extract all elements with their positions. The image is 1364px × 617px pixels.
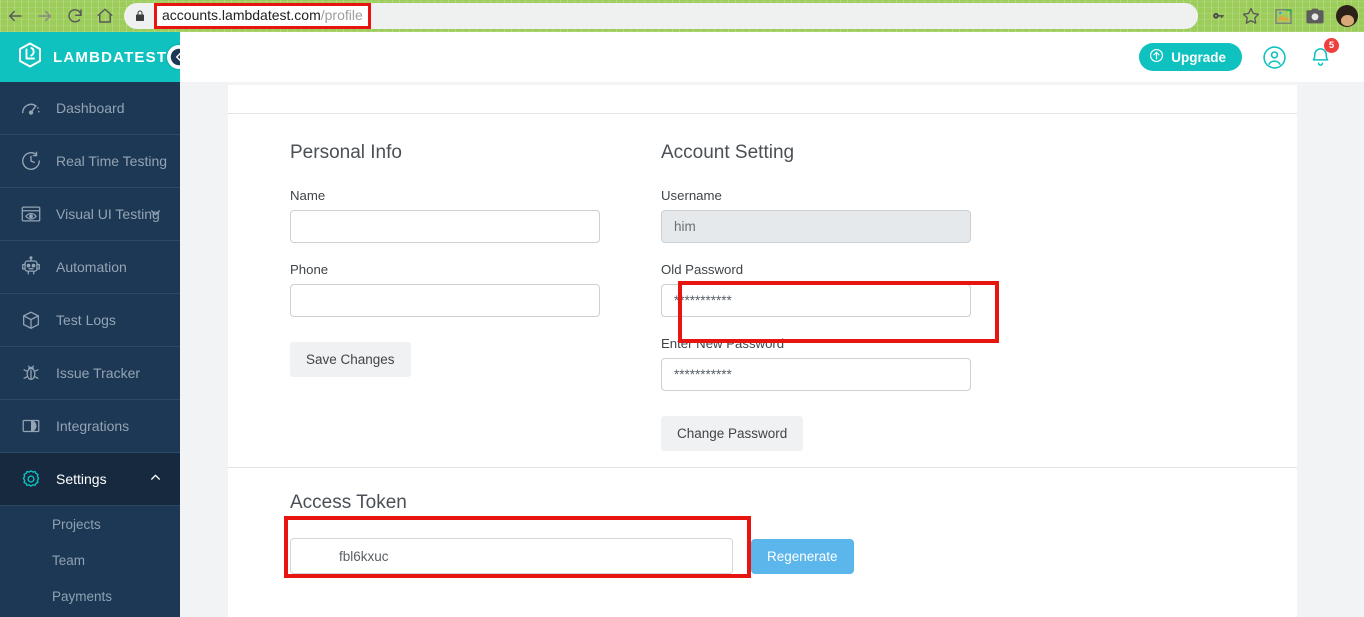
gear-icon	[18, 466, 44, 492]
sidebar-item-label: Issue Tracker	[56, 365, 140, 381]
new-password-input[interactable]	[661, 358, 971, 391]
new-password-label: Enter New Password	[661, 336, 971, 351]
personal-info-section: Personal Info Name Phone Save Changes	[228, 142, 600, 467]
old-password-field-block: Old Password	[661, 262, 971, 317]
username-input	[661, 210, 971, 243]
sidebar-subitem-label: Payments	[52, 589, 112, 604]
sidebar-item-label: Automation	[56, 259, 127, 275]
image-extension-icon[interactable]	[1268, 1, 1298, 31]
sidebar-subitem-payments[interactable]: Payments	[0, 578, 180, 614]
regenerate-button[interactable]: Regenerate	[751, 539, 854, 574]
eye-browser-icon	[18, 201, 44, 227]
chevron-up-icon[interactable]	[149, 471, 162, 487]
browser-action-icons	[1204, 1, 1364, 31]
sidebar-item-label: Dashboard	[56, 100, 125, 116]
sidebar-item-automation[interactable]: Automation	[0, 241, 180, 294]
bug-icon	[18, 360, 44, 386]
sidebar-item-label: Test Logs	[56, 312, 116, 328]
notification-badge: 5	[1324, 38, 1339, 53]
upload-circle-icon	[1149, 48, 1164, 66]
sidebar-item-visual-ui-testing[interactable]: Visual UI Testing	[0, 188, 180, 241]
sidebar-subitem-projects[interactable]: Projects	[0, 506, 180, 542]
url-text: accounts.lambdatest.com/profile	[162, 7, 363, 23]
sidebar-item-label: Settings	[56, 471, 107, 487]
lock-icon	[134, 9, 146, 23]
personal-info-title: Personal Info	[290, 142, 600, 164]
lambdatest-logo-icon	[18, 42, 42, 73]
sidebar-subitem-team[interactable]: Team	[0, 542, 180, 578]
key-icon[interactable]	[1204, 1, 1234, 31]
brand-header[interactable]: LAMBDATEST	[0, 32, 180, 82]
settings-card: Personal Info Name Phone Save Changes Ac…	[228, 85, 1297, 617]
star-icon[interactable]	[1236, 1, 1266, 31]
access-token-row: Regenerate	[290, 538, 1297, 574]
old-password-input[interactable]	[661, 284, 971, 317]
change-password-button[interactable]: Change Password	[661, 416, 803, 451]
address-bar[interactable]: accounts.lambdatest.com/profile	[124, 3, 1198, 29]
forward-arrow-icon[interactable]	[30, 1, 60, 31]
sidebar-item-label: Integrations	[56, 418, 129, 434]
box-icon	[18, 307, 44, 333]
clock-icon	[18, 148, 44, 174]
browser-toolbar: accounts.lambdatest.com/profile	[0, 0, 1364, 32]
forms-area: Personal Info Name Phone Save Changes Ac…	[228, 114, 1297, 467]
top-bar: Upgrade 5	[180, 32, 1364, 82]
sidebar-item-test-logs[interactable]: Test Logs	[0, 294, 180, 347]
access-token-section: Access Token Regenerate	[228, 468, 1297, 574]
reload-icon[interactable]	[60, 1, 90, 31]
new-password-field-block: Enter New Password	[661, 336, 971, 391]
integrations-icon	[18, 413, 44, 439]
sidebar-item-real-time-testing[interactable]: Real Time Testing	[0, 135, 180, 188]
account-setting-title: Account Setting	[661, 142, 971, 164]
sidebar: LAMBDATEST Dashboard Real Time Testing V…	[0, 32, 180, 617]
name-label: Name	[290, 188, 600, 203]
username-label: Username	[661, 188, 971, 203]
save-changes-button[interactable]: Save Changes	[290, 342, 411, 377]
card-top-strip	[228, 85, 1297, 113]
sidebar-subitem-label: Projects	[52, 517, 101, 532]
phone-field-block: Phone	[290, 262, 600, 317]
old-password-label: Old Password	[661, 262, 971, 277]
sidebar-item-dashboard[interactable]: Dashboard	[0, 82, 180, 135]
user-circle-icon[interactable]	[1260, 43, 1288, 71]
dashboard-gauge-icon	[18, 95, 44, 121]
back-arrow-icon[interactable]	[0, 1, 30, 31]
brand-text: LAMBDATEST	[53, 49, 167, 66]
url-highlight-annotation: accounts.lambdatest.com/profile	[154, 3, 371, 29]
browser-profile-avatar[interactable]	[1336, 5, 1358, 27]
access-token-title: Access Token	[290, 492, 1297, 514]
camera-icon[interactable]	[1300, 1, 1330, 31]
sidebar-subitem-label: Team	[52, 553, 85, 568]
sidebar-item-label: Real Time Testing	[56, 153, 167, 169]
app-page: LAMBDATEST Dashboard Real Time Testing V…	[0, 32, 1364, 617]
access-token-input[interactable]	[290, 538, 733, 574]
chevron-down-icon[interactable]	[149, 206, 162, 222]
bell-icon[interactable]: 5	[1306, 43, 1334, 71]
main-content: Upgrade 5 Personal Info Name	[180, 32, 1364, 617]
robot-icon	[18, 254, 44, 280]
sidebar-item-issue-tracker[interactable]: Issue Tracker	[0, 347, 180, 400]
account-setting-section: Account Setting Username Old Password En…	[600, 142, 971, 467]
username-field-block: Username	[661, 188, 971, 243]
phone-label: Phone	[290, 262, 600, 277]
phone-input[interactable]	[290, 284, 600, 317]
sidebar-item-settings[interactable]: Settings	[0, 453, 180, 506]
sidebar-item-integrations[interactable]: Integrations	[0, 400, 180, 453]
name-input[interactable]	[290, 210, 600, 243]
upgrade-label: Upgrade	[1171, 50, 1226, 65]
sidebar-item-label: Visual UI Testing	[56, 206, 160, 222]
home-icon[interactable]	[90, 1, 120, 31]
upgrade-button[interactable]: Upgrade	[1139, 43, 1242, 71]
name-field-block: Name	[290, 188, 600, 243]
